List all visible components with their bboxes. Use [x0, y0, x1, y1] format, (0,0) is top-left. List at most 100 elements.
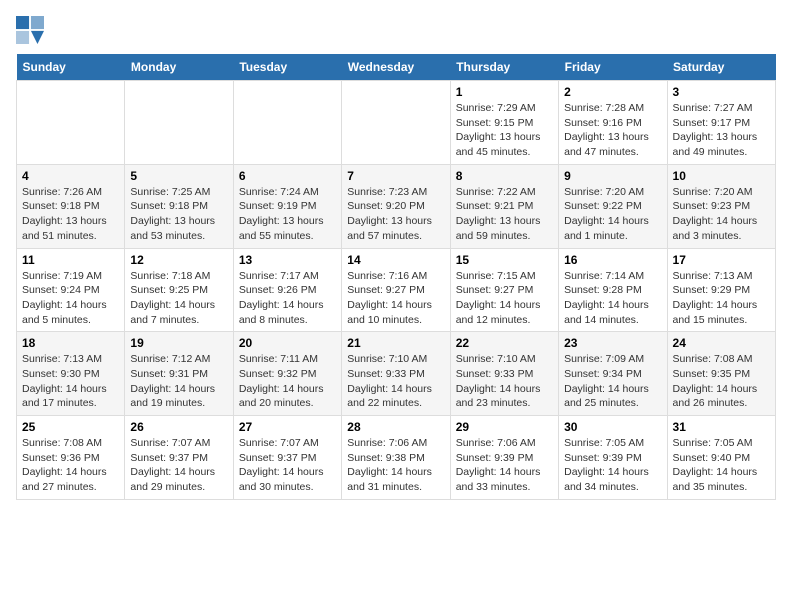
day-number: 3 — [673, 85, 770, 99]
day-number: 28 — [347, 420, 444, 434]
day-info: Sunrise: 7:22 AMSunset: 9:21 PMDaylight:… — [456, 185, 553, 244]
day-cell: 27 Sunrise: 7:07 AMSunset: 9:37 PMDayligh… — [233, 416, 341, 500]
day-cell: 5 Sunrise: 7:25 AMSunset: 9:18 PMDaylight… — [125, 164, 233, 248]
col-header-thursday: Thursday — [450, 54, 558, 81]
day-info: Sunrise: 7:11 AMSunset: 9:32 PMDaylight:… — [239, 352, 336, 411]
day-number: 8 — [456, 169, 553, 183]
week-row-3: 11 Sunrise: 7:19 AMSunset: 9:24 PMDayligh… — [17, 248, 776, 332]
day-cell: 28 Sunrise: 7:06 AMSunset: 9:38 PMDayligh… — [342, 416, 450, 500]
day-cell: 8 Sunrise: 7:22 AMSunset: 9:21 PMDaylight… — [450, 164, 558, 248]
col-header-friday: Friday — [559, 54, 667, 81]
day-number: 30 — [564, 420, 661, 434]
calendar-header-row: SundayMondayTuesdayWednesdayThursdayFrid… — [17, 54, 776, 81]
day-cell: 17Sunrise: 7:13 AMSunset: 9:29 PMDayligh… — [667, 248, 775, 332]
day-info: Sunrise: 7:07 AMSunset: 9:37 PMDaylight:… — [130, 436, 227, 495]
day-cell: 14Sunrise: 7:16 AMSunset: 9:27 PMDayligh… — [342, 248, 450, 332]
week-row-5: 25 Sunrise: 7:08 AMSunset: 9:36 PMDayligh… — [17, 416, 776, 500]
day-cell: 3 Sunrise: 7:27 AMSunset: 9:17 PMDaylight… — [667, 81, 775, 165]
day-cell: 10 Sunrise: 7:20 AMSunset: 9:23 PMDayligh… — [667, 164, 775, 248]
day-number: 25 — [22, 420, 119, 434]
logo-icon — [16, 16, 44, 44]
day-info: Sunrise: 7:10 AMSunset: 9:33 PMDaylight:… — [456, 352, 553, 411]
day-cell: 16 Sunrise: 7:14 AMSunset: 9:28 PMDayligh… — [559, 248, 667, 332]
day-cell — [233, 81, 341, 165]
day-number: 27 — [239, 420, 336, 434]
day-number: 6 — [239, 169, 336, 183]
day-number: 1 — [456, 85, 553, 99]
day-number: 5 — [130, 169, 227, 183]
day-number: 31 — [673, 420, 770, 434]
col-header-wednesday: Wednesday — [342, 54, 450, 81]
day-cell: 6Sunrise: 7:24 AMSunset: 9:19 PMDaylight… — [233, 164, 341, 248]
day-cell: 12Sunrise: 7:18 AMSunset: 9:25 PMDayligh… — [125, 248, 233, 332]
day-cell: 1 Sunrise: 7:29 AMSunset: 9:15 PMDaylight… — [450, 81, 558, 165]
day-info: Sunrise: 7:06 AMSunset: 9:38 PMDaylight:… — [347, 436, 444, 495]
day-number: 17 — [673, 253, 770, 267]
day-cell: 4 Sunrise: 7:26 AMSunset: 9:18 PMDaylight… — [17, 164, 125, 248]
col-header-sunday: Sunday — [17, 54, 125, 81]
day-cell — [125, 81, 233, 165]
day-cell: 7 Sunrise: 7:23 AMSunset: 9:20 PMDaylight… — [342, 164, 450, 248]
day-info: Sunrise: 7:10 AMSunset: 9:33 PMDaylight:… — [347, 352, 444, 411]
day-cell: 11 Sunrise: 7:19 AMSunset: 9:24 PMDayligh… — [17, 248, 125, 332]
day-info: Sunrise: 7:05 AMSunset: 9:40 PMDaylight:… — [673, 436, 770, 495]
day-cell: 19Sunrise: 7:12 AMSunset: 9:31 PMDayligh… — [125, 332, 233, 416]
day-number: 18 — [22, 336, 119, 350]
day-info: Sunrise: 7:20 AMSunset: 9:22 PMDaylight:… — [564, 185, 661, 244]
day-number: 20 — [239, 336, 336, 350]
day-info: Sunrise: 7:09 AMSunset: 9:34 PMDaylight:… — [564, 352, 661, 411]
day-info: Sunrise: 7:18 AMSunset: 9:25 PMDaylight:… — [130, 269, 227, 328]
day-cell: 24 Sunrise: 7:08 AMSunset: 9:35 PMDayligh… — [667, 332, 775, 416]
day-info: Sunrise: 7:07 AMSunset: 9:37 PMDaylight:… — [239, 436, 336, 495]
day-number: 19 — [130, 336, 227, 350]
day-number: 7 — [347, 169, 444, 183]
week-row-1: 1 Sunrise: 7:29 AMSunset: 9:15 PMDaylight… — [17, 81, 776, 165]
week-row-2: 4 Sunrise: 7:26 AMSunset: 9:18 PMDaylight… — [17, 164, 776, 248]
day-number: 26 — [130, 420, 227, 434]
day-cell: 15Sunrise: 7:15 AMSunset: 9:27 PMDayligh… — [450, 248, 558, 332]
day-number: 10 — [673, 169, 770, 183]
day-cell: 25 Sunrise: 7:08 AMSunset: 9:36 PMDayligh… — [17, 416, 125, 500]
day-number: 14 — [347, 253, 444, 267]
day-cell: 20 Sunrise: 7:11 AMSunset: 9:32 PMDayligh… — [233, 332, 341, 416]
day-info: Sunrise: 7:25 AMSunset: 9:18 PMDaylight:… — [130, 185, 227, 244]
day-number: 16 — [564, 253, 661, 267]
day-info: Sunrise: 7:20 AMSunset: 9:23 PMDaylight:… — [673, 185, 770, 244]
col-header-tuesday: Tuesday — [233, 54, 341, 81]
day-info: Sunrise: 7:13 AMSunset: 9:30 PMDaylight:… — [22, 352, 119, 411]
day-info: Sunrise: 7:08 AMSunset: 9:36 PMDaylight:… — [22, 436, 119, 495]
day-info: Sunrise: 7:05 AMSunset: 9:39 PMDaylight:… — [564, 436, 661, 495]
day-number: 13 — [239, 253, 336, 267]
day-cell — [342, 81, 450, 165]
day-number: 24 — [673, 336, 770, 350]
day-cell — [17, 81, 125, 165]
day-info: Sunrise: 7:19 AMSunset: 9:24 PMDaylight:… — [22, 269, 119, 328]
day-info: Sunrise: 7:28 AMSunset: 9:16 PMDaylight:… — [564, 101, 661, 160]
day-info: Sunrise: 7:17 AMSunset: 9:26 PMDaylight:… — [239, 269, 336, 328]
col-header-monday: Monday — [125, 54, 233, 81]
day-number: 9 — [564, 169, 661, 183]
day-number: 11 — [22, 253, 119, 267]
day-cell: 18 Sunrise: 7:13 AMSunset: 9:30 PMDayligh… — [17, 332, 125, 416]
day-number: 29 — [456, 420, 553, 434]
col-header-saturday: Saturday — [667, 54, 775, 81]
day-cell: 23Sunrise: 7:09 AMSunset: 9:34 PMDayligh… — [559, 332, 667, 416]
day-cell: 13 Sunrise: 7:17 AMSunset: 9:26 PMDayligh… — [233, 248, 341, 332]
header — [16, 16, 776, 44]
day-number: 22 — [456, 336, 553, 350]
day-info: Sunrise: 7:08 AMSunset: 9:35 PMDaylight:… — [673, 352, 770, 411]
day-info: Sunrise: 7:27 AMSunset: 9:17 PMDaylight:… — [673, 101, 770, 160]
logo — [16, 16, 46, 44]
day-number: 4 — [22, 169, 119, 183]
week-row-4: 18 Sunrise: 7:13 AMSunset: 9:30 PMDayligh… — [17, 332, 776, 416]
day-cell: 30 Sunrise: 7:05 AMSunset: 9:39 PMDayligh… — [559, 416, 667, 500]
day-cell: 31 Sunrise: 7:05 AMSunset: 9:40 PMDayligh… — [667, 416, 775, 500]
day-info: Sunrise: 7:26 AMSunset: 9:18 PMDaylight:… — [22, 185, 119, 244]
day-cell: 2Sunrise: 7:28 AMSunset: 9:16 PMDaylight… — [559, 81, 667, 165]
day-number: 21 — [347, 336, 444, 350]
day-info: Sunrise: 7:29 AMSunset: 9:15 PMDaylight:… — [456, 101, 553, 160]
day-info: Sunrise: 7:15 AMSunset: 9:27 PMDaylight:… — [456, 269, 553, 328]
day-info: Sunrise: 7:23 AMSunset: 9:20 PMDaylight:… — [347, 185, 444, 244]
calendar-table: SundayMondayTuesdayWednesdayThursdayFrid… — [16, 54, 776, 500]
day-info: Sunrise: 7:14 AMSunset: 9:28 PMDaylight:… — [564, 269, 661, 328]
